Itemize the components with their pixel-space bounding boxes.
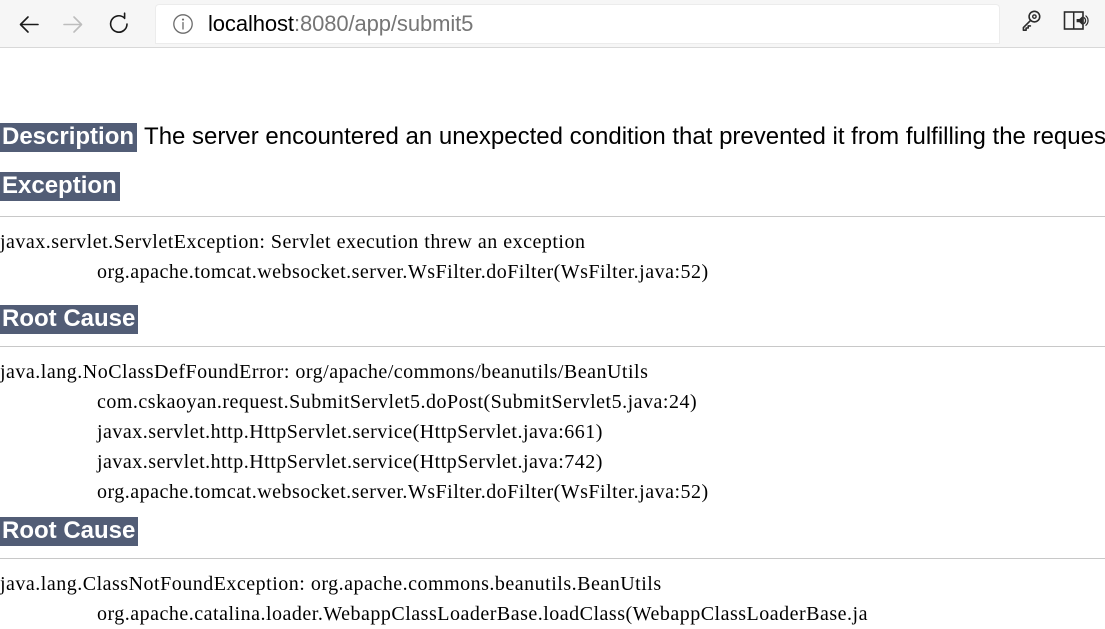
read-aloud-icon	[1060, 6, 1090, 41]
stack-line: org.apache.tomcat.websocket.server.WsFil…	[97, 481, 709, 503]
address-bar[interactable]: localhost:8080/app/submit5	[156, 4, 999, 43]
description-text: The server encountered an unexpected con…	[144, 123, 1105, 150]
stack-line: java.lang.ClassNotFoundException: org.ap…	[0, 573, 662, 595]
stack-line: org.apache.tomcat.websocket.server.WsFil…	[97, 261, 709, 283]
toolbar-right-tools	[1009, 2, 1097, 46]
stack-line: com.cskaoyan.request.SubmitServlet5.doPo…	[97, 391, 698, 413]
browser-toolbar: localhost:8080/app/submit5	[0, 0, 1105, 48]
url-path: :8080/app/submit5	[293, 10, 474, 36]
root-cause-2-separator	[0, 558, 1105, 559]
back-arrow-icon	[14, 9, 44, 39]
info-icon[interactable]	[166, 7, 200, 41]
url-text[interactable]: localhost:8080/app/submit5	[208, 11, 473, 37]
forward-arrow-icon	[58, 9, 88, 39]
refresh-button[interactable]	[96, 1, 142, 47]
root-cause-2-stacktrace: java.lang.ClassNotFoundException: org.ap…	[0, 569, 868, 629]
description-heading: Description	[0, 123, 138, 152]
stack-line: org.apache.catalina.loader.WebappClassLo…	[97, 603, 868, 625]
key-button[interactable]	[1009, 2, 1053, 46]
exception-stacktrace: javax.servlet.ServletException: Servlet …	[0, 227, 709, 287]
description-row: Description The server encountered an une…	[0, 123, 1105, 152]
root-cause-1-heading: Root Cause	[0, 305, 139, 334]
forward-button[interactable]	[50, 1, 96, 47]
read-aloud-button[interactable]	[1053, 2, 1097, 46]
url-host: localhost	[208, 10, 294, 36]
exception-separator	[0, 216, 1105, 217]
key-icon	[1017, 7, 1045, 40]
exception-heading: Exception	[0, 172, 120, 201]
stack-line: java.lang.NoClassDefFoundError: org/apac…	[0, 361, 649, 383]
stack-line: javax.servlet.http.HttpServlet.service(H…	[97, 421, 603, 443]
back-button[interactable]	[6, 1, 52, 47]
root-cause-1-stacktrace: java.lang.NoClassDefFoundError: org/apac…	[0, 357, 709, 507]
root-cause-1-separator	[0, 346, 1105, 347]
refresh-icon	[104, 9, 134, 39]
stack-line: javax.servlet.ServletException: Servlet …	[0, 231, 586, 253]
stack-line: javax.servlet.http.HttpServlet.service(H…	[97, 451, 603, 473]
root-cause-2-heading: Root Cause	[0, 517, 139, 546]
